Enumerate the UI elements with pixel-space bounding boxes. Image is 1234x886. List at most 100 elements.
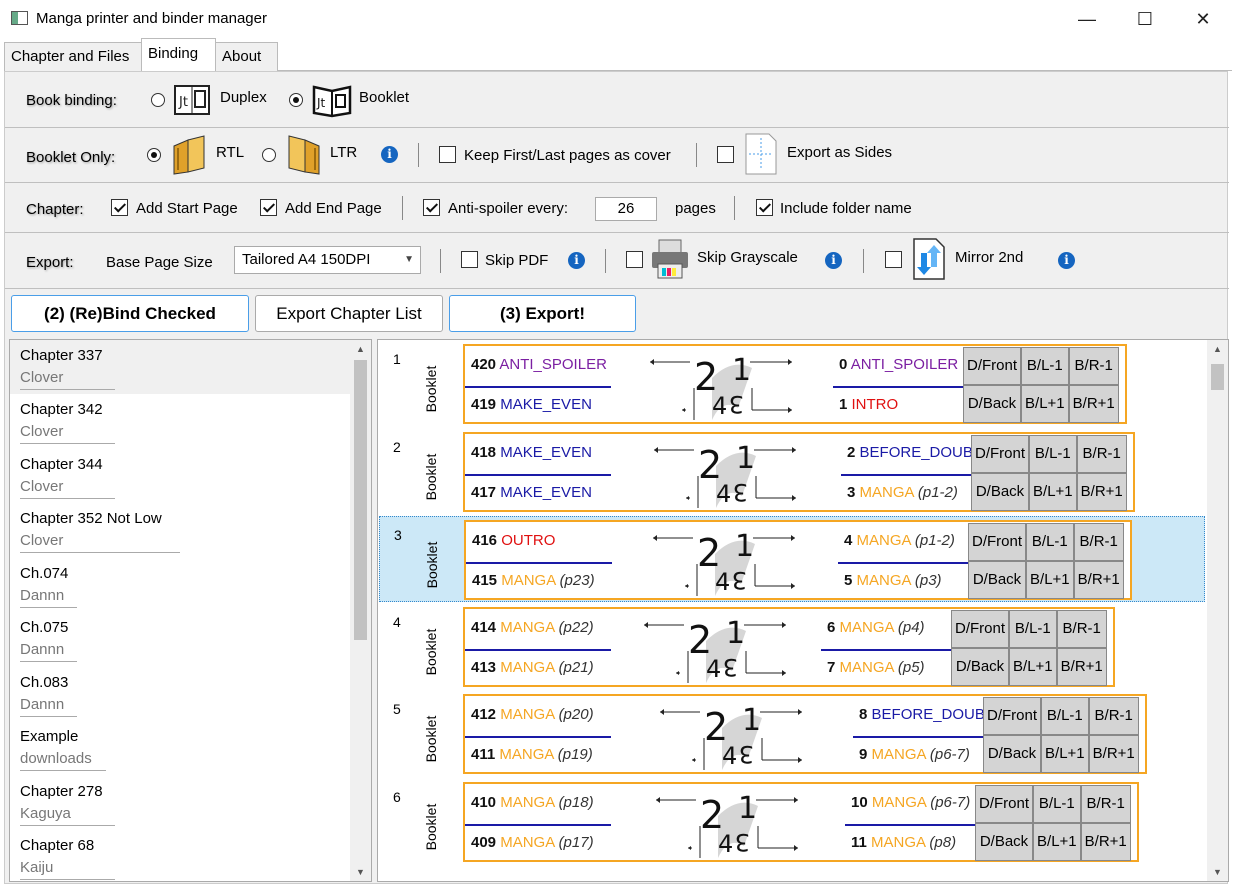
back-button[interactable]: D/Back bbox=[951, 648, 1010, 686]
skip-grayscale-checkbox[interactable] bbox=[626, 251, 643, 268]
page-order-icon: 2 1 3 4 bbox=[646, 436, 806, 510]
br-plus-button[interactable]: B/R+1 bbox=[1068, 385, 1119, 423]
br-plus-button[interactable]: B/R+1 bbox=[1056, 648, 1107, 686]
front-button[interactable]: D/Front bbox=[983, 697, 1042, 735]
info-icon[interactable]: i bbox=[568, 252, 585, 269]
list-item[interactable]: Ch.083 Dannn bbox=[10, 667, 350, 721]
skip-pdf-checkbox[interactable] bbox=[461, 251, 478, 268]
bl-plus-button[interactable]: B/L+1 bbox=[1033, 823, 1081, 861]
tab-chapter-and-files[interactable]: Chapter and Files bbox=[4, 42, 142, 71]
divider bbox=[465, 474, 611, 476]
list-item[interactable]: Chapter 337 Clover bbox=[10, 340, 350, 394]
bl-plus-button[interactable]: B/L+1 bbox=[1041, 735, 1089, 773]
scrollbar-thumb[interactable] bbox=[354, 360, 367, 640]
table-row[interactable]: 3 Booklet 416 OUTRO 415 MANGA (p23) 2 1 … bbox=[379, 516, 1205, 602]
br-minus-button[interactable]: B/R-1 bbox=[1076, 435, 1127, 473]
chapter-source: downloads bbox=[20, 750, 106, 771]
list-item[interactable]: Chapter 344 Clover bbox=[10, 449, 350, 503]
sheet-list-scrollbar[interactable]: ▲ ▼ bbox=[1207, 340, 1228, 881]
export-chapter-list-button[interactable]: Export Chapter List bbox=[255, 295, 443, 332]
scroll-up-icon[interactable]: ▲ bbox=[1207, 340, 1228, 358]
table-row[interactable]: 6 Booklet 410 MANGA (p18) 409 MANGA (p17… bbox=[379, 779, 1205, 865]
bl-minus-button[interactable]: B/L-1 bbox=[1029, 435, 1077, 473]
br-plus-button[interactable]: B/R+1 bbox=[1080, 823, 1131, 861]
binding-sheet-list[interactable]: 1 Booklet 420 ANTI_SPOILER 419 MAKE_EVEN… bbox=[377, 339, 1229, 882]
front-button[interactable]: D/Front bbox=[968, 523, 1027, 561]
table-row[interactable]: 2 Booklet 418 MAKE_EVEN 417 MAKE_EVEN 2 … bbox=[379, 429, 1205, 515]
back-button[interactable]: D/Back bbox=[983, 735, 1042, 773]
front-button[interactable]: D/Front bbox=[963, 347, 1022, 385]
chapter-source: Dannn bbox=[20, 641, 77, 662]
list-item[interactable]: Example downloads bbox=[10, 721, 350, 775]
export-sides-checkbox[interactable] bbox=[717, 146, 734, 163]
add-end-page-checkbox[interactable] bbox=[260, 199, 277, 216]
back-button[interactable]: D/Back bbox=[975, 823, 1034, 861]
rebind-checked-button[interactable]: (2) (Re)Bind Checked bbox=[11, 295, 249, 332]
info-icon[interactable]: i bbox=[1058, 252, 1075, 269]
tab-binding[interactable]: Binding bbox=[141, 38, 216, 72]
page-range: (p19) bbox=[557, 746, 593, 763]
table-row[interactable]: 1 Booklet 420 ANTI_SPOILER 419 MAKE_EVEN… bbox=[379, 341, 1205, 427]
br-plus-button[interactable]: B/R+1 bbox=[1088, 735, 1139, 773]
scroll-up-icon[interactable]: ▲ bbox=[350, 340, 371, 358]
front-button[interactable]: D/Front bbox=[975, 785, 1034, 823]
br-minus-button[interactable]: B/R-1 bbox=[1080, 785, 1131, 823]
bl-minus-button[interactable]: B/L-1 bbox=[1033, 785, 1081, 823]
base-page-size-select[interactable]: Tailored A4 150DPI ▼ bbox=[234, 246, 421, 274]
list-item[interactable]: Ch.075 Dannn bbox=[10, 612, 350, 666]
br-minus-button[interactable]: B/R-1 bbox=[1068, 347, 1119, 385]
table-row[interactable]: 4 Booklet 414 MANGA (p22) 413 MANGA (p21… bbox=[379, 604, 1205, 690]
br-minus-button[interactable]: B/R-1 bbox=[1073, 523, 1124, 561]
export-button[interactable]: (3) Export! bbox=[449, 295, 636, 332]
list-item[interactable]: Chapter 352 Not Low Clover bbox=[10, 503, 350, 557]
page-kind: MANGA bbox=[856, 532, 911, 549]
br-plus-button[interactable]: B/R+1 bbox=[1076, 473, 1127, 511]
scrollbar-thumb[interactable] bbox=[1211, 364, 1224, 390]
anti-spoiler-checkbox[interactable] bbox=[423, 199, 440, 216]
sides-icon bbox=[743, 132, 779, 176]
rtl-radio[interactable] bbox=[147, 148, 161, 162]
bl-minus-button[interactable]: B/L-1 bbox=[1009, 610, 1057, 648]
back-button[interactable]: D/Back bbox=[968, 561, 1027, 599]
include-folder-checkbox[interactable] bbox=[756, 199, 773, 216]
bl-minus-button[interactable]: B/L-1 bbox=[1041, 697, 1089, 735]
back-button[interactable]: D/Back bbox=[971, 473, 1030, 511]
mirror-2nd-checkbox[interactable] bbox=[885, 251, 902, 268]
minimize-button[interactable]: — bbox=[1058, 0, 1116, 38]
scroll-down-icon[interactable]: ▼ bbox=[1207, 863, 1228, 881]
ltr-radio[interactable] bbox=[262, 148, 276, 162]
close-button[interactable]: ✕ bbox=[1174, 0, 1232, 38]
chapter-list-scrollbar[interactable]: ▲ ▼ bbox=[350, 340, 371, 881]
bl-minus-button[interactable]: B/L-1 bbox=[1026, 523, 1074, 561]
app-icon bbox=[11, 11, 28, 25]
list-item[interactable]: Chapter 342 Clover bbox=[10, 394, 350, 448]
anti-spoiler-input[interactable]: 26 bbox=[595, 197, 657, 221]
duplex-radio[interactable] bbox=[151, 93, 165, 107]
info-icon[interactable]: i bbox=[381, 146, 398, 163]
page-kind: MANGA bbox=[871, 794, 927, 811]
bl-plus-button[interactable]: B/L+1 bbox=[1029, 473, 1077, 511]
list-item[interactable]: Chapter 278 Kaguya bbox=[10, 776, 350, 830]
add-start-page-checkbox[interactable] bbox=[111, 199, 128, 216]
bl-plus-button[interactable]: B/L+1 bbox=[1021, 385, 1069, 423]
br-plus-button[interactable]: B/R+1 bbox=[1073, 561, 1124, 599]
table-row[interactable]: 5 Booklet 412 MANGA (p20) 411 MANGA (p19… bbox=[379, 691, 1205, 777]
list-item[interactable]: Ch.074 Dannn bbox=[10, 558, 350, 612]
scroll-down-icon[interactable]: ▼ bbox=[350, 863, 371, 881]
front-button[interactable]: D/Front bbox=[971, 435, 1030, 473]
maximize-button[interactable]: ☐ bbox=[1116, 0, 1174, 38]
back-button[interactable]: D/Back bbox=[963, 385, 1022, 423]
br-minus-button[interactable]: B/R-1 bbox=[1056, 610, 1107, 648]
bl-plus-button[interactable]: B/L+1 bbox=[1009, 648, 1057, 686]
front-button[interactable]: D/Front bbox=[951, 610, 1010, 648]
bl-plus-button[interactable]: B/L+1 bbox=[1026, 561, 1074, 599]
bl-minus-button[interactable]: B/L-1 bbox=[1021, 347, 1069, 385]
booklet-radio[interactable] bbox=[289, 93, 303, 107]
info-icon[interactable]: i bbox=[825, 252, 842, 269]
chapter-list[interactable]: Chapter 337 Clover Chapter 342 Clover Ch… bbox=[9, 339, 372, 882]
keep-cover-checkbox[interactable] bbox=[439, 146, 456, 163]
tab-about[interactable]: About bbox=[215, 42, 278, 71]
br-minus-button[interactable]: B/R-1 bbox=[1088, 697, 1139, 735]
list-item[interactable]: Chapter 68 Kaiju bbox=[10, 830, 350, 881]
page-kind: MANGA bbox=[839, 619, 894, 636]
